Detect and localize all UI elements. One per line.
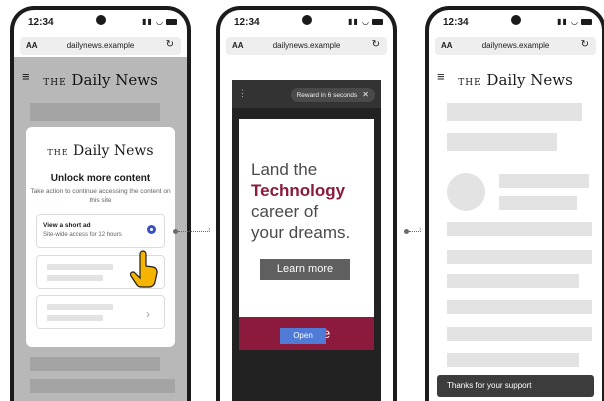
camera-notch bbox=[301, 15, 312, 25]
phone-paywall: 12:34 ▮▮ ◡ AA dailynews.example ↻ ≡ THE … bbox=[10, 6, 191, 401]
ad-headline: Land the Technology career of your dream… bbox=[251, 159, 350, 243]
reward-countdown[interactable]: Reward in 6 seconds ✕ bbox=[290, 88, 375, 102]
skeleton-image bbox=[447, 173, 485, 211]
dialog-heading: Unlock more content bbox=[50, 173, 151, 184]
reload-icon[interactable]: ↻ bbox=[581, 39, 589, 50]
skeleton-line bbox=[47, 275, 103, 281]
wifi-icon: ◡ bbox=[571, 17, 579, 26]
view-short-ad-option[interactable]: View a short ad Site-wide access for 12 … bbox=[36, 214, 165, 248]
chevron-right-icon: › bbox=[146, 307, 150, 321]
status-time: 12:34 bbox=[443, 17, 469, 28]
status-bar: 12:34 ▮▮ ◡ bbox=[14, 10, 187, 36]
ad-creative[interactable]: Land the Technology career of your dream… bbox=[239, 119, 374, 350]
dialog-description: Take action to continue accessing the co… bbox=[30, 188, 171, 204]
skeleton-line bbox=[47, 304, 113, 310]
option-subtitle: Site-wide access for 12 hours bbox=[43, 232, 122, 238]
battery-icon bbox=[581, 18, 592, 25]
skeleton-line bbox=[447, 133, 557, 151]
address-domain: dailynews.example bbox=[272, 41, 341, 50]
system-icons: ▮▮ ◡ bbox=[557, 17, 592, 26]
reload-icon[interactable]: ↻ bbox=[372, 39, 380, 50]
tap-hand-icon bbox=[129, 250, 158, 288]
address-bar[interactable]: AA dailynews.example ↻ bbox=[435, 37, 596, 55]
phone-unlocked: 12:34 ▮▮ ◡ AA dailynews.example ↻ ≡ THE … bbox=[425, 6, 604, 401]
address-domain: dailynews.example bbox=[481, 41, 550, 50]
skeleton-line bbox=[447, 222, 592, 236]
ad-top-bar: ⋮ Reward in 6 seconds ✕ bbox=[232, 80, 381, 108]
wifi-icon: ◡ bbox=[156, 17, 164, 26]
skeleton-line bbox=[447, 353, 579, 367]
signal-icon: ▮▮ bbox=[556, 17, 568, 26]
rewarded-ad-overlay: ⋮ Reward in 6 seconds ✕ Land the Technolo… bbox=[232, 80, 381, 401]
ad-page: ⋮ Reward in 6 seconds ✕ Land the Technolo… bbox=[220, 57, 393, 401]
ad-headline-line: Land the bbox=[251, 160, 318, 179]
skeleton-line bbox=[47, 264, 113, 270]
site-masthead: THE Daily News bbox=[429, 71, 602, 89]
camera-notch bbox=[510, 15, 521, 25]
skeleton-line bbox=[447, 250, 592, 264]
skeleton-line bbox=[447, 103, 582, 121]
status-bar: 12:34 ▮▮ ◡ bbox=[429, 10, 602, 36]
ad-menu-icon[interactable]: ⋮ bbox=[238, 88, 247, 99]
skeleton-line bbox=[499, 174, 589, 188]
system-icons: ▮▮ ◡ bbox=[348, 17, 383, 26]
skeleton-line bbox=[447, 327, 592, 341]
flow-arrow-icon: › bbox=[208, 226, 211, 233]
dialog-masthead-name: Daily News bbox=[73, 143, 154, 159]
article-page: ≡ THE Daily News THE Daily News Unlock m… bbox=[14, 57, 187, 401]
skeleton-line bbox=[499, 196, 577, 210]
thanks-toast: Thanks for your support bbox=[437, 375, 594, 397]
ad-headline-line: your dreams. bbox=[251, 223, 351, 242]
close-icon[interactable]: ✕ bbox=[362, 90, 369, 99]
address-bar[interactable]: AA dailynews.example ↻ bbox=[226, 37, 387, 55]
system-icons: ▮▮ ◡ bbox=[142, 17, 177, 26]
reward-countdown-text: Reward in 6 seconds bbox=[296, 92, 358, 99]
status-bar: 12:34 ▮▮ ◡ bbox=[220, 10, 393, 36]
address-bar[interactable]: AA dailynews.example ↻ bbox=[20, 37, 181, 55]
dialog-masthead: THE Daily News bbox=[26, 143, 175, 159]
paywall-dialog: THE Daily News Unlock more content Take … bbox=[26, 127, 175, 347]
learn-more-button[interactable]: Learn more bbox=[260, 259, 350, 280]
selected-radio-icon[interactable] bbox=[147, 225, 156, 234]
skeleton-line bbox=[47, 315, 103, 321]
signal-icon: ▮▮ bbox=[141, 17, 153, 26]
flow-connector-line bbox=[178, 231, 210, 232]
reload-icon[interactable]: ↻ bbox=[166, 39, 174, 50]
status-time: 12:34 bbox=[28, 17, 54, 28]
placeholder-option[interactable]: › bbox=[36, 295, 165, 329]
option-title: View a short ad bbox=[43, 222, 91, 229]
battery-icon bbox=[166, 18, 177, 25]
status-time: 12:34 bbox=[234, 17, 260, 28]
camera-notch bbox=[95, 15, 106, 25]
wifi-icon: ◡ bbox=[362, 17, 370, 26]
open-button[interactable]: Open bbox=[280, 328, 326, 344]
dialog-masthead-prefix: THE bbox=[47, 148, 69, 157]
flow-arrow-icon: › bbox=[419, 226, 422, 233]
address-domain: dailynews.example bbox=[66, 41, 135, 50]
skeleton-line bbox=[447, 300, 592, 314]
article-page: ≡ THE Daily News Thanks for your support bbox=[429, 57, 602, 401]
battery-icon bbox=[372, 18, 383, 25]
masthead-prefix: THE bbox=[458, 78, 482, 88]
skeleton-line bbox=[447, 274, 579, 288]
ad-headline-line: career of bbox=[251, 202, 319, 221]
ad-headline-accent: Technology bbox=[251, 181, 346, 200]
masthead-name: Daily News bbox=[486, 71, 573, 89]
phone-ad: 12:34 ▮▮ ◡ AA dailynews.example ↻ ⋮ Rewa… bbox=[216, 6, 397, 401]
signal-icon: ▮▮ bbox=[347, 17, 359, 26]
